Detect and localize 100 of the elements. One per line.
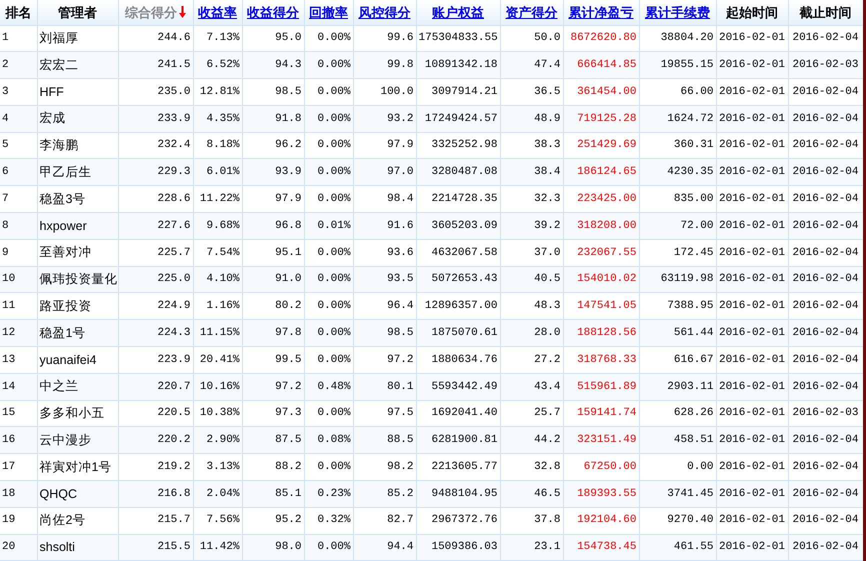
table-cell: 95.2	[242, 507, 304, 534]
table-cell: 0.00%	[304, 239, 353, 266]
table-cell: 9488104.95	[416, 480, 500, 508]
table-cell: 10.16%	[193, 373, 242, 400]
table-cell: 2016-02-04	[788, 212, 863, 240]
table-cell: 2016-02-01	[716, 480, 788, 508]
table-cell: 2016-02-01	[716, 373, 788, 400]
table-cell: 至善对冲	[37, 239, 118, 266]
table-cell: 93.6	[353, 239, 416, 266]
table-cell: hxpower	[37, 212, 118, 240]
column-header: 排名	[0, 0, 37, 25]
table-cell: 0.23%	[304, 480, 353, 508]
table-cell: 7.54%	[193, 239, 242, 266]
table-cell: 3605203.09	[416, 212, 500, 240]
table-cell: 1509386.03	[416, 534, 500, 561]
table-cell: 233.9	[118, 105, 193, 132]
table-cell: 154738.45	[563, 534, 639, 561]
table-cell: 4632067.58	[416, 239, 500, 266]
table-cell: 85.1	[242, 480, 304, 508]
column-header: 截止时间	[788, 0, 863, 25]
table-cell: 19	[0, 507, 37, 534]
table-cell: 318768.33	[563, 346, 639, 374]
table-cell: 2016-02-04	[788, 534, 863, 561]
sort-down-arrow-icon	[179, 6, 186, 18]
column-header: 管理者	[37, 0, 118, 25]
table-cell: 37.0	[500, 239, 563, 266]
table-cell: 37.8	[500, 507, 563, 534]
table-cell: 2.04%	[193, 480, 242, 508]
table-cell: 5593442.49	[416, 373, 500, 400]
table-cell: 96.8	[242, 212, 304, 240]
table-cell: 2016-02-04	[788, 78, 863, 106]
table-cell: 43.4	[500, 373, 563, 400]
table-cell: 18	[0, 480, 37, 508]
table-cell: 0.00%	[304, 105, 353, 132]
table-cell: 39.2	[500, 212, 563, 240]
table-cell: 85.2	[353, 480, 416, 508]
table-cell: 100.0	[353, 78, 416, 106]
table-cell: 0.32%	[304, 507, 353, 534]
table-cell: 515961.89	[563, 373, 639, 400]
table-cell: 23.1	[500, 534, 563, 561]
table-cell: 192104.60	[563, 507, 639, 534]
table-cell: 97.2	[242, 373, 304, 400]
table-cell: 8	[0, 212, 37, 240]
table-cell: 2016-02-01	[716, 78, 788, 106]
table-cell: 1880634.76	[416, 346, 500, 374]
table-cell: 2016-02-01	[716, 105, 788, 132]
table-cell: 215.5	[118, 534, 193, 561]
table-cell: 中之兰	[37, 373, 118, 400]
table-cell: 27.2	[500, 346, 563, 374]
table-cell: 172.45	[639, 239, 716, 266]
table-cell: 2016-02-01	[716, 346, 788, 374]
table-cell: 80.1	[353, 373, 416, 400]
table-cell: 尚佐2号	[37, 507, 118, 534]
table-cell: 72.00	[639, 212, 716, 240]
table-cell: 93.2	[353, 105, 416, 132]
table-cell: 0.00%	[304, 78, 353, 106]
table-cell: yuanaifei4	[37, 346, 118, 374]
table-cell: 2016-02-01	[716, 534, 788, 561]
table-cell: 235.0	[118, 78, 193, 106]
table-cell: 12.81%	[193, 78, 242, 106]
table-cell: 361454.00	[563, 78, 639, 106]
table-cell: 98.0	[242, 534, 304, 561]
table-cell: 189393.55	[563, 480, 639, 508]
table-cell: 48.9	[500, 105, 563, 132]
table-cell: 232067.55	[563, 239, 639, 266]
table-cell: 0.01%	[304, 212, 353, 240]
table-cell: 91.6	[353, 212, 416, 240]
table-cell: 1624.72	[639, 105, 716, 132]
table-cell: 17249424.57	[416, 105, 500, 132]
table-cell: 14	[0, 373, 37, 400]
table-cell: 216.8	[118, 480, 193, 508]
table-cell: 2016-02-04	[788, 105, 863, 132]
column-header: 起始时间	[716, 0, 788, 25]
table-cell: 225.7	[118, 239, 193, 266]
table-cell: 4.35%	[193, 105, 242, 132]
table-cell: 9	[0, 239, 37, 266]
table-cell: 66.00	[639, 78, 716, 106]
table-cell: QHQC	[37, 480, 118, 508]
table-cell: 2016-02-01	[716, 239, 788, 266]
table-cell: 0.48%	[304, 373, 353, 400]
table-cell: 94.4	[353, 534, 416, 561]
table-cell: 227.6	[118, 212, 193, 240]
table-cell: 97.2	[353, 346, 416, 374]
table-cell: 9270.40	[639, 507, 716, 534]
table-cell: 616.67	[639, 346, 716, 374]
table-cell: 7.56%	[193, 507, 242, 534]
table-cell: 215.7	[118, 507, 193, 534]
table-cell: 11.42%	[193, 534, 242, 561]
table-cell: 2967372.76	[416, 507, 500, 534]
table-cell: 318208.00	[563, 212, 639, 240]
table-cell: shsolti	[37, 534, 118, 561]
table-cell: 98.5	[242, 78, 304, 106]
table-cell: 36.5	[500, 78, 563, 106]
table-cell: 2016-02-04	[788, 373, 863, 400]
table-cell: 220.7	[118, 373, 193, 400]
table-cell: 20	[0, 534, 37, 561]
table-cell: 2016-02-04	[788, 346, 863, 374]
table-cell: 2016-02-04	[788, 480, 863, 508]
table-cell: 3741.45	[639, 480, 716, 508]
table-cell: 0.00%	[304, 534, 353, 561]
